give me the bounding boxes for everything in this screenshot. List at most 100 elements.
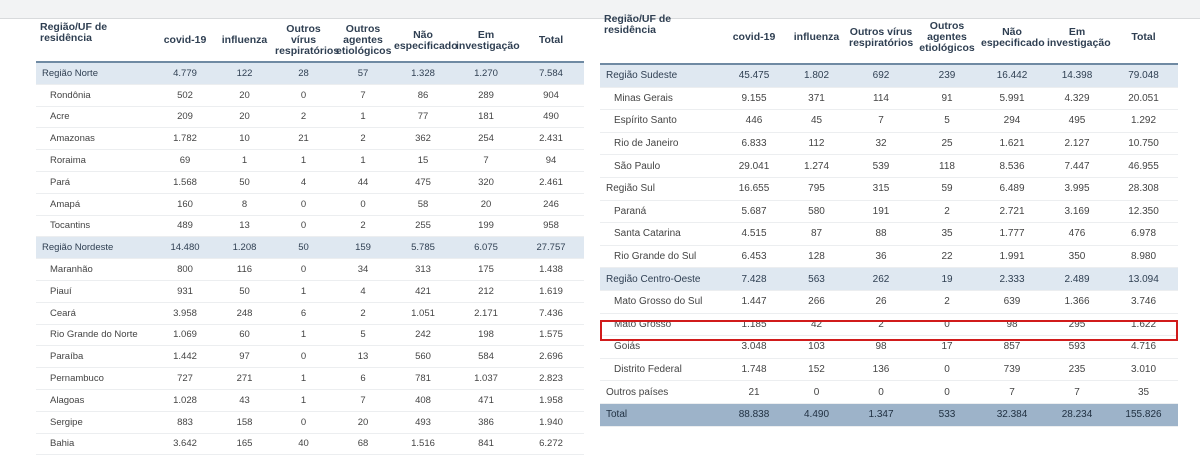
cell-value: 209 (154, 106, 216, 129)
region-row: Região Centro-Oeste 7.428 563 262 19 2.333 2.4… (600, 267, 1178, 291)
table-row: Amapá 160 8 0 0 58 20 246 (36, 193, 584, 216)
cell-value: 1 (216, 149, 273, 172)
cell-value: 6.272 (518, 433, 584, 455)
header-influenza: influenza (786, 12, 847, 65)
cell-value: 46.955 (1109, 154, 1178, 178)
cell-value: 254 (454, 127, 518, 151)
cell-value: 883 (154, 411, 216, 434)
cell-value: 0 (915, 358, 979, 382)
header-outros-virus: Outros vírus respiratórios (273, 20, 339, 63)
row-label: Paraíba (36, 345, 154, 369)
table-row: Paraná 5.687 580 191 2 2.721 3.169 12.350 (600, 200, 1178, 224)
cell-value: 5 (334, 324, 392, 347)
cell-value: 958 (518, 215, 584, 238)
row-label: Outros países (600, 380, 722, 404)
table-row: Paraíba 1.442 97 0 13 560 584 2.696 (36, 345, 584, 369)
cell-value: 136 (847, 358, 915, 382)
cell-value: 2 (273, 106, 334, 129)
cell-value: 198 (454, 324, 518, 347)
row-label: Roraima (36, 149, 154, 172)
cell-value: 1.274 (786, 154, 847, 178)
cell-value: 50 (216, 171, 273, 194)
cell-value: 502 (154, 84, 216, 107)
row-label: Distrito Federal (600, 358, 722, 382)
table-row: Pernambuco 727 271 1 6 781 1.037 2.823 (36, 367, 584, 390)
cell-value: 1 (273, 280, 334, 303)
cell-value: 4.515 (722, 222, 786, 246)
table-row: Alagoas 1.028 43 1 7 408 471 1.958 (36, 389, 584, 412)
row-label: Rio Grande do Sul (600, 245, 722, 269)
cell-value: 25 (915, 132, 979, 156)
cell-value: 539 (847, 154, 915, 178)
cell-value: 2 (915, 200, 979, 224)
cell-value: 1.292 (1109, 109, 1178, 133)
row-label: Rio de Janeiro (600, 132, 722, 156)
cell-value: 320 (454, 171, 518, 194)
cell-value: 0 (915, 380, 979, 404)
row-label: Paraná (600, 200, 722, 224)
cell-value: 28 (273, 62, 334, 85)
region-row: Região Norte 4.779 122 28 57 1.328 1.270 7.584 (36, 62, 584, 85)
table-row: Pará 1.568 50 4 44 475 320 2.461 (36, 171, 584, 194)
table-row: Rio Grande do Sul 6.453 128 36 22 1.991 350 8.9… (600, 245, 1178, 269)
cell-value: 1.051 (392, 302, 454, 325)
header-total: Total (1109, 12, 1178, 65)
cell-value: 475 (392, 171, 454, 194)
cell-value: 931 (154, 280, 216, 303)
cell-value: 7 (847, 109, 915, 133)
row-label: São Paulo (600, 154, 722, 178)
cell-value: 246 (518, 193, 584, 216)
cell-value: 21 (273, 127, 334, 151)
cell-value: 159 (334, 236, 392, 260)
cell-value: 3.746 (1109, 290, 1178, 314)
cell-value: 152 (786, 358, 847, 382)
cell-value: 262 (847, 267, 915, 291)
cell-value: 6.453 (722, 245, 786, 269)
cell-value: 315 (847, 177, 915, 201)
cell-value: 112 (786, 132, 847, 156)
row-label: Rondônia (36, 84, 154, 107)
row-label: Maranhão (36, 258, 154, 281)
cell-value: 1.958 (518, 389, 584, 412)
table-row: Mato Grosso do Sul 1.447 266 26 2 639 1.366 3.7… (600, 290, 1178, 314)
table-row: São Paulo 29.041 1.274 539 118 8.536 7.447 46.9… (600, 154, 1178, 178)
cell-value: 34 (334, 258, 392, 281)
cell-value: 12.350 (1109, 200, 1178, 224)
row-label: Amazonas (36, 127, 154, 151)
cell-value: 40 (273, 433, 334, 455)
cell-value: 1.028 (154, 389, 216, 412)
cell-value: 1.782 (154, 127, 216, 151)
cell-value: 79.048 (1109, 64, 1178, 88)
cell-value: 471 (454, 389, 518, 412)
cell-value: 1.438 (518, 258, 584, 281)
cell-value: 2 (334, 215, 392, 238)
table-row: Rio Grande do Norte 1.069 60 1 5 242 198 1.575 (36, 324, 584, 347)
cell-value: 294 (979, 109, 1045, 133)
cell-value: 1.516 (392, 433, 454, 455)
header-nao-especificado: Não especificado (392, 20, 458, 63)
right-table-panel: Região/UF de residência covid-19 influen… (600, 12, 1178, 427)
row-label: Região Centro-Oeste (600, 267, 722, 291)
cell-value: 7 (454, 149, 518, 172)
header-em-investigacao: Em investigação (454, 20, 520, 63)
region-row: Região Sudeste 45.475 1.802 692 239 16.442 14.… (600, 64, 1178, 88)
cell-value: 362 (392, 127, 454, 151)
cell-value: 7 (979, 380, 1045, 404)
cell-value: 118 (915, 154, 979, 178)
cell-value: 32 (847, 132, 915, 156)
cell-value: 3.995 (1045, 177, 1109, 201)
cell-value: 20 (216, 84, 273, 107)
cell-value: 0 (273, 345, 334, 369)
cell-value: 13 (334, 345, 392, 369)
cell-value: 16.655 (722, 177, 786, 201)
cell-value: 1.777 (979, 222, 1045, 246)
table-row: Roraima 69 1 1 1 15 7 94 (36, 149, 584, 172)
cell-value: 2.431 (518, 127, 584, 151)
row-label: Sergipe (36, 411, 154, 434)
cell-value: 1.619 (518, 280, 584, 303)
cell-value: 6.489 (979, 177, 1045, 201)
cell-value: 68 (334, 433, 392, 455)
other-countries-row: Outros países 21 0 0 0 7 7 35 (600, 380, 1178, 404)
region-row: Região Sul 16.655 795 315 59 6.489 3.995 28.308 (600, 177, 1178, 201)
cell-value: 800 (154, 258, 216, 281)
